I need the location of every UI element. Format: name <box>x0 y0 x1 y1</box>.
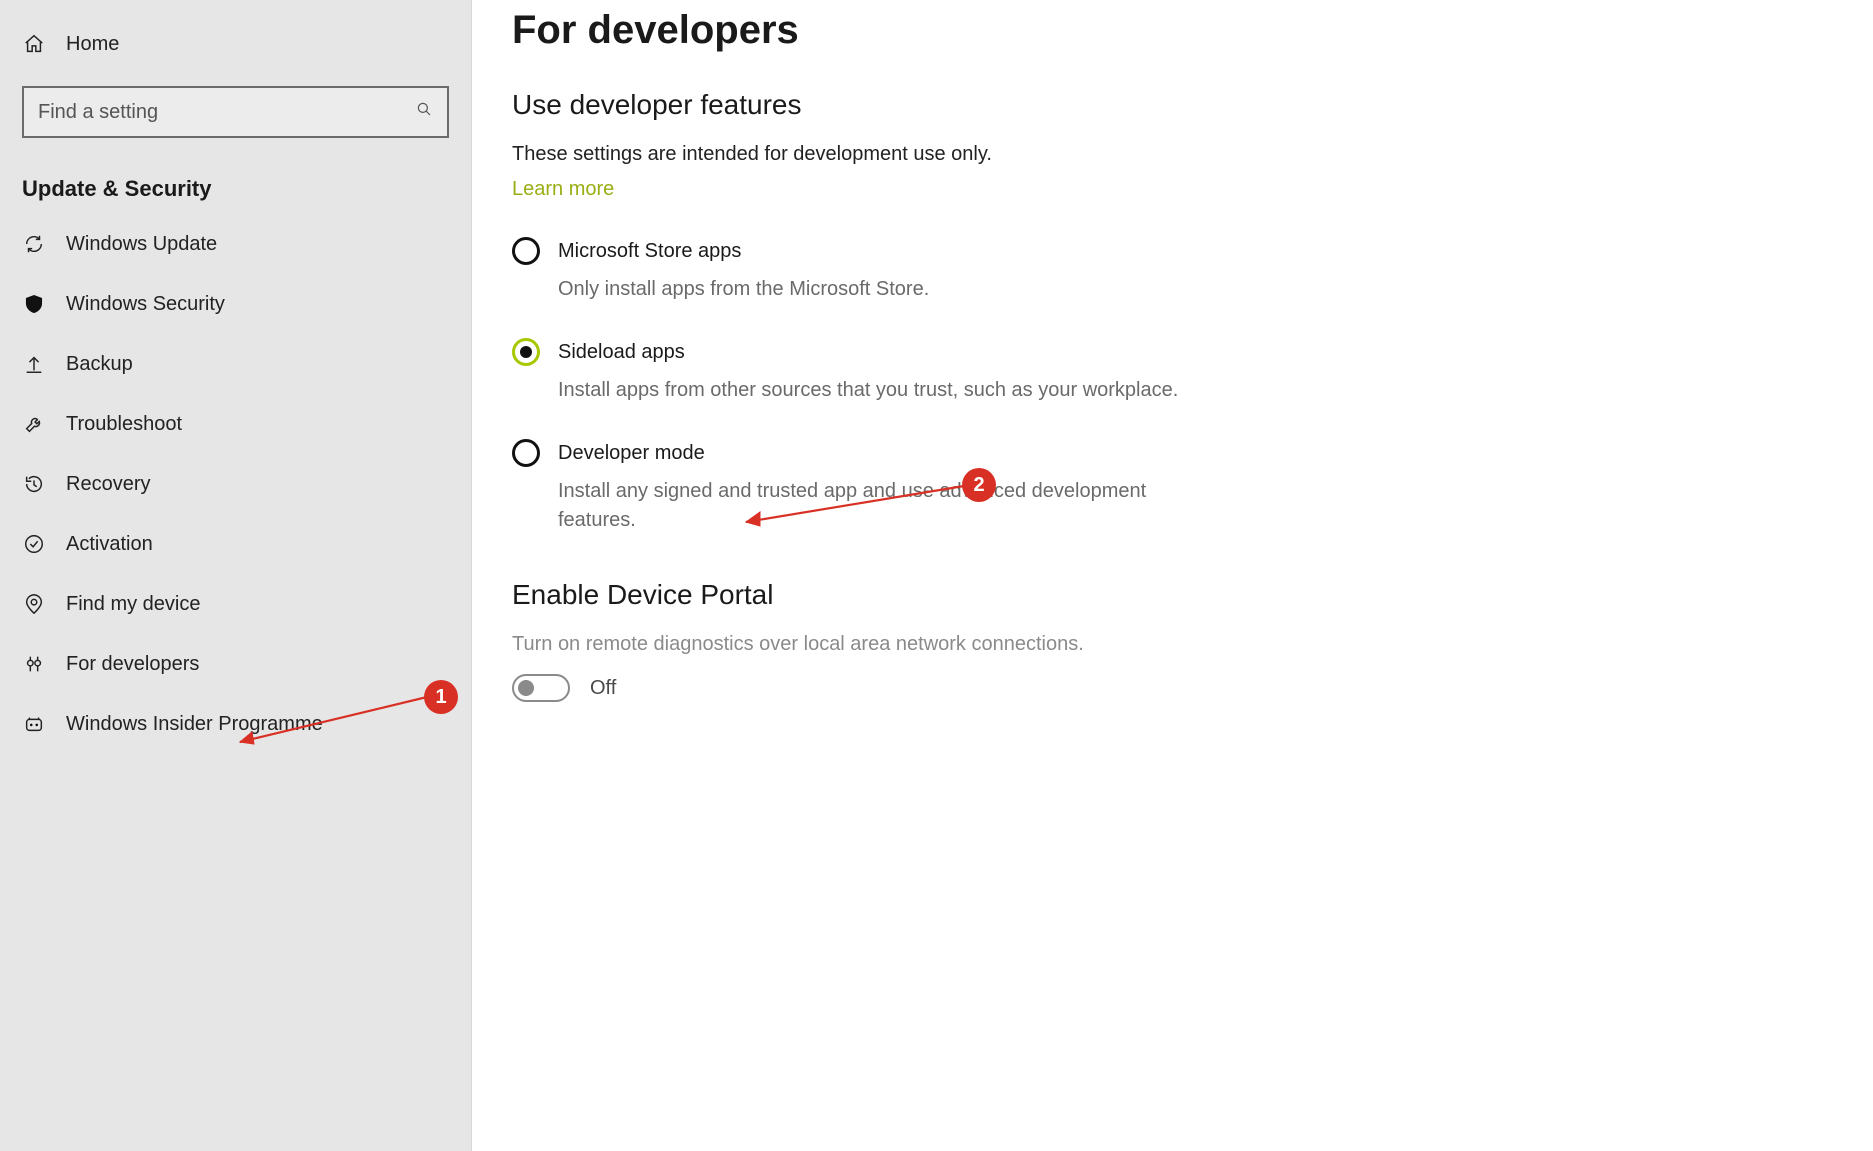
sidebar-item-windows-update[interactable]: Windows Update <box>0 214 471 274</box>
sidebar-item-label: Windows Update <box>66 233 217 256</box>
sidebar-item-find-my-device[interactable]: Find my device <box>0 574 471 634</box>
sidebar-home[interactable]: Home <box>0 18 471 70</box>
sidebar-item-recovery[interactable]: Recovery <box>0 454 471 514</box>
search-icon <box>415 100 433 124</box>
sidebar-item-for-developers[interactable]: For developers <box>0 634 471 694</box>
device-portal-heading: Enable Device Portal <box>512 579 1813 611</box>
sidebar-item-troubleshoot[interactable]: Troubleshoot <box>0 394 471 454</box>
sidebar-home-label: Home <box>66 33 119 56</box>
sidebar-item-activation[interactable]: Activation <box>0 514 471 574</box>
features-heading: Use developer features <box>512 89 1813 121</box>
learn-more-link[interactable]: Learn more <box>512 178 614 201</box>
sidebar-item-backup[interactable]: Backup <box>0 334 471 394</box>
radio-developer-mode[interactable]: Developer mode Install any signed and tr… <box>512 439 1192 535</box>
shield-icon <box>22 292 46 316</box>
locate-icon <box>22 592 46 616</box>
radio-description: Only install apps from the Microsoft Sto… <box>558 275 1192 304</box>
sidebar-item-label: Backup <box>66 353 133 376</box>
sidebar-section-title: Update & Security <box>0 156 471 214</box>
search-input[interactable]: Find a setting <box>22 86 449 138</box>
sidebar: Home Find a setting Update & Security Wi… <box>0 0 472 1151</box>
history-icon <box>22 472 46 496</box>
sidebar-item-label: Troubleshoot <box>66 413 182 436</box>
developer-mode-radio-group: Microsoft Store apps Only install apps f… <box>512 237 1813 535</box>
home-icon <box>22 32 46 56</box>
features-description: These settings are intended for developm… <box>512 143 1813 166</box>
sidebar-item-label: For developers <box>66 653 199 676</box>
sidebar-item-label: Windows Security <box>66 293 225 316</box>
page-title: For developers <box>512 8 1813 53</box>
sidebar-item-label: Find my device <box>66 593 201 616</box>
radio-icon <box>512 338 540 366</box>
radio-icon <box>512 237 540 265</box>
sync-icon <box>22 232 46 256</box>
radio-label: Developer mode <box>558 442 705 465</box>
radio-description: Install apps from other sources that you… <box>558 376 1192 405</box>
devtools-icon <box>22 652 46 676</box>
radio-label: Microsoft Store apps <box>558 240 741 263</box>
sidebar-item-windows-security[interactable]: Windows Security <box>0 274 471 334</box>
sidebar-item-label: Recovery <box>66 473 150 496</box>
device-portal-description: Turn on remote diagnostics over local ar… <box>512 633 1813 656</box>
device-portal-toggle[interactable] <box>512 674 570 702</box>
radio-description: Install any signed and trusted app and u… <box>558 477 1192 535</box>
main-content: For developers Use developer features Th… <box>472 0 1873 1151</box>
sidebar-item-label: Activation <box>66 533 153 556</box>
wrench-icon <box>22 412 46 436</box>
backup-icon <box>22 352 46 376</box>
device-portal-toggle-label: Off <box>590 677 616 700</box>
search-placeholder: Find a setting <box>38 101 415 124</box>
radio-label: Sideload apps <box>558 341 685 364</box>
sidebar-nav-list: Windows Update Windows Security Backup T… <box>0 214 471 754</box>
radio-icon <box>512 439 540 467</box>
radio-microsoft-store-apps[interactable]: Microsoft Store apps Only install apps f… <box>512 237 1192 304</box>
insider-icon <box>22 712 46 736</box>
radio-sideload-apps[interactable]: Sideload apps Install apps from other so… <box>512 338 1192 405</box>
sidebar-item-label: Windows Insider Programme <box>66 713 323 736</box>
check-circle-icon <box>22 532 46 556</box>
sidebar-item-insider[interactable]: Windows Insider Programme <box>0 694 471 754</box>
